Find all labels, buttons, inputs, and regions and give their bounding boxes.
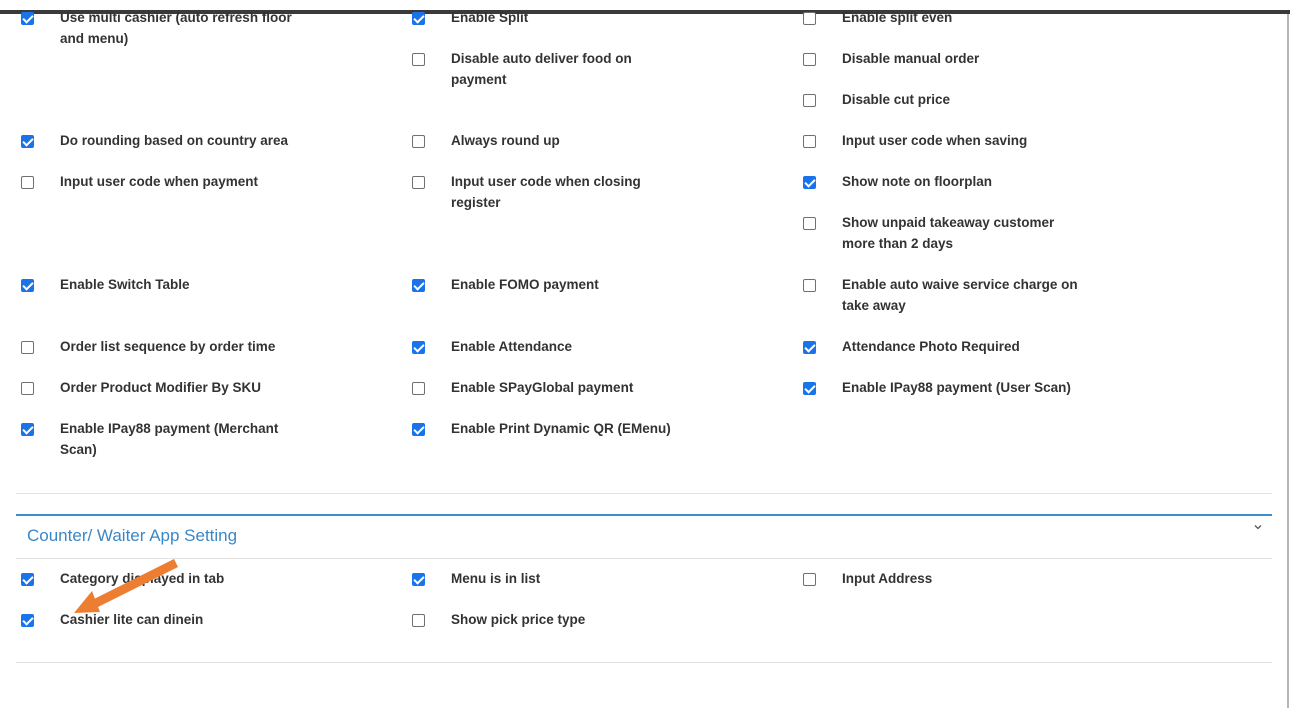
option-label: Input user code when saving (842, 133, 1028, 148)
checkbox[interactable] (803, 53, 816, 66)
checkbox[interactable] (412, 614, 425, 627)
option-label: Input user code when closing register (451, 174, 641, 210)
checkbox[interactable] (803, 135, 816, 148)
option-label: Cashier lite can dinein (60, 612, 204, 627)
checkbox[interactable] (412, 341, 425, 354)
checkbox[interactable] (412, 279, 425, 292)
option-label: Disable manual order (842, 51, 980, 66)
checkbox[interactable] (803, 12, 816, 25)
checkbox[interactable] (803, 217, 816, 230)
option-label: Use multi cashier (auto refresh floor an… (60, 10, 292, 46)
option-label: Attendance Photo Required (842, 339, 1020, 354)
checkbox[interactable] (21, 135, 34, 148)
option-label: Enable IPay88 payment (User Scan) (842, 380, 1071, 395)
option-label: Enable auto waive service charge on take… (842, 277, 1078, 313)
right-border (1287, 14, 1289, 708)
section-title[interactable]: Counter/ Waiter App Setting (27, 526, 237, 546)
option-label: Show note on floorplan (842, 174, 992, 189)
checkbox[interactable] (21, 382, 34, 395)
checkbox[interactable] (21, 12, 34, 25)
checkbox[interactable] (803, 573, 816, 586)
section-top-border (16, 514, 1272, 516)
checkbox[interactable] (412, 12, 425, 25)
option-label: Disable auto deliver food on payment (451, 51, 632, 87)
checkbox[interactable] (803, 176, 816, 189)
checkbox[interactable] (412, 382, 425, 395)
option-label: Enable Switch Table (60, 277, 190, 292)
option-label: Enable SPayGlobal payment (451, 380, 634, 395)
checkbox[interactable] (21, 423, 34, 436)
section-bottom-divider (16, 662, 1272, 663)
chevron-down-icon[interactable] (1252, 521, 1264, 533)
option-label: Input Address (842, 571, 933, 586)
option-label: Show pick price type (451, 612, 586, 627)
option-label: Order list sequence by order time (60, 339, 276, 354)
option-label: Show unpaid takeaway customer more than … (842, 215, 1055, 251)
section-divider (16, 493, 1272, 494)
option-label: Always round up (451, 133, 560, 148)
option-label: Category displayed in tab (60, 571, 225, 586)
checkbox[interactable] (21, 614, 34, 627)
option-label: Enable Attendance (451, 339, 573, 354)
section-header-divider (16, 558, 1272, 559)
option-label: Order Product Modifier By SKU (60, 380, 262, 395)
checkbox[interactable] (412, 573, 425, 586)
option-label: Disable cut price (842, 92, 951, 107)
option-label: Enable Print Dynamic QR (EMenu) (451, 421, 671, 436)
checkbox[interactable] (412, 135, 425, 148)
option-label: Enable FOMO payment (451, 277, 599, 292)
option-label: Enable IPay88 payment (Merchant Scan) (60, 421, 279, 457)
checkbox[interactable] (803, 382, 816, 395)
option-label: Menu is in list (451, 571, 541, 586)
checkbox[interactable] (21, 176, 34, 189)
checkbox[interactable] (21, 573, 34, 586)
checkbox[interactable] (21, 341, 34, 354)
option-label: Enable split even (842, 10, 953, 25)
option-label: Do rounding based on country area (60, 133, 289, 148)
checkbox[interactable] (412, 423, 425, 436)
checkbox[interactable] (803, 94, 816, 107)
checkbox[interactable] (803, 279, 816, 292)
checkbox[interactable] (412, 176, 425, 189)
option-label: Input user code when payment (60, 174, 259, 189)
option-label: Enable Split (451, 10, 529, 25)
checkbox[interactable] (21, 279, 34, 292)
checkbox[interactable] (803, 341, 816, 354)
checkbox[interactable] (412, 53, 425, 66)
